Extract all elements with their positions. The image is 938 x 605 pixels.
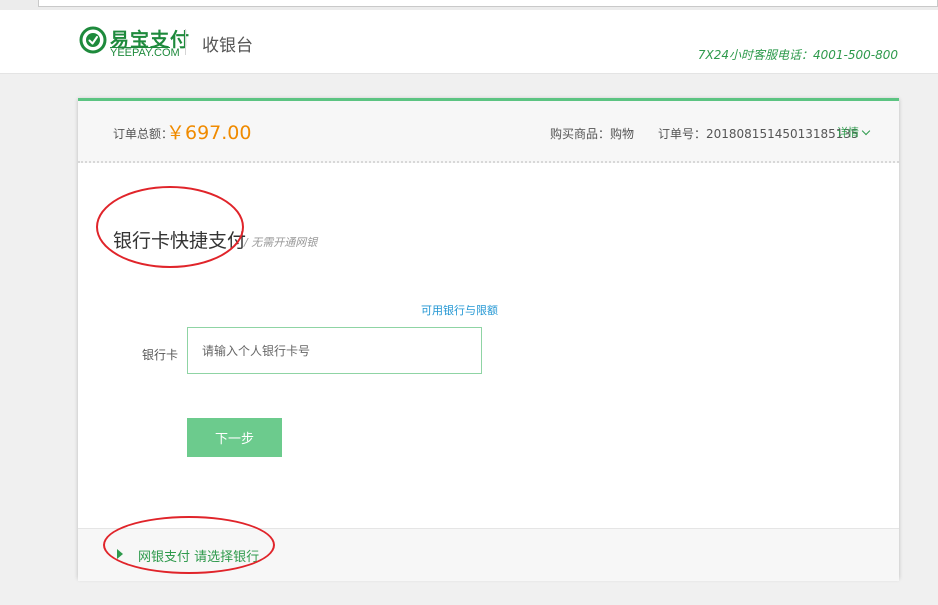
order-number: 订单号：20180815145013185135 [658, 127, 859, 141]
order-detail-toggle[interactable]: 详情 [837, 124, 871, 140]
bank-card-label: 银行卡 [142, 348, 179, 362]
bank-card-input[interactable] [187, 327, 482, 374]
order-amount-label: 订单总额： [113, 127, 174, 141]
address-bar[interactable] [38, 0, 938, 7]
quick-pay-title: 银行卡快捷支付 [113, 230, 247, 252]
expand-arrow-icon [117, 549, 123, 559]
site-header: 易宝支付 YEEPAY.COM 收银台 7X24小时客服电话：4001-500-… [0, 10, 938, 74]
next-step-button[interactable]: 下一步 [187, 418, 282, 457]
support-hotline: 7X24小时客服电话：4001-500-800 [697, 48, 898, 62]
chevron-down-icon [861, 126, 871, 136]
order-goods: 购买商品：购物 [550, 127, 635, 141]
header-divider [185, 29, 186, 55]
quick-pay-subtitle: / 无需开通网银 [244, 236, 318, 249]
order-summary-bar: 订单总额： ￥697.00 购买商品：购物 订单号：20180815145013… [78, 101, 899, 163]
checkout-card: 订单总额： ￥697.00 购买商品：购物 订单号：20180815145013… [78, 98, 899, 581]
order-detail-label: 详情 [837, 126, 859, 139]
order-amount-value: ￥697.00 [166, 122, 252, 144]
bank-limits-link[interactable]: 可用银行与限额 [421, 302, 498, 318]
brand-name-en: YEEPAY.COM [110, 47, 180, 59]
netbank-pay-label: 网银支付 请选择银行 [138, 550, 260, 565]
browser-chrome-strip [0, 0, 938, 10]
netbank-pay-option[interactable]: 网银支付 请选择银行 [78, 528, 899, 581]
page-title: 收银台 [202, 36, 253, 56]
yeepay-logo-icon [79, 26, 107, 54]
